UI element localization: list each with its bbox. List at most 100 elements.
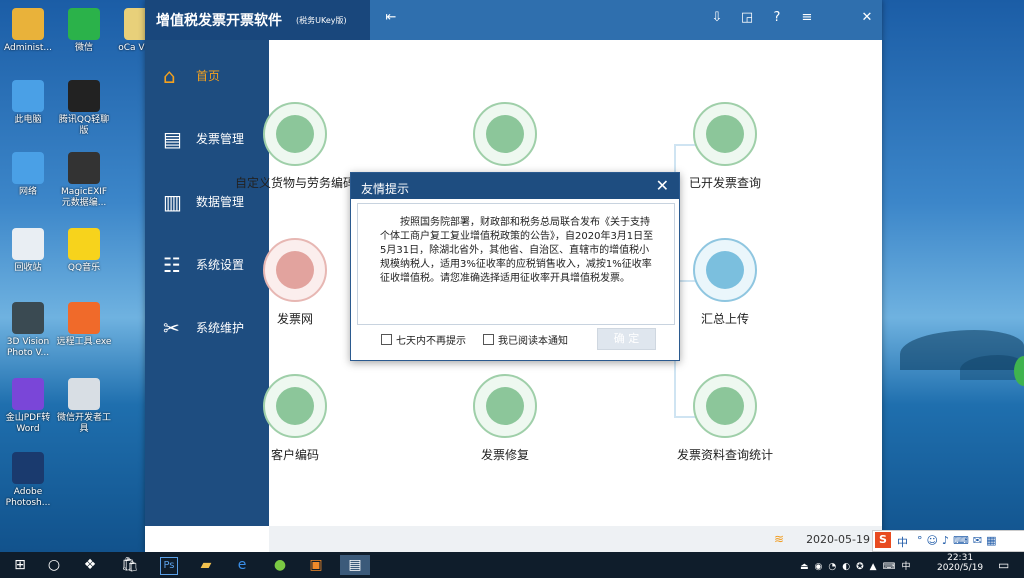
tray-clock[interactable]: 22:31 2020/5/19 bbox=[937, 553, 983, 573]
function-tile[interactable]: 发票资料查询统计 bbox=[665, 374, 785, 463]
sidebar-item-label: 数据管理 bbox=[196, 195, 245, 209]
checkbox-icon[interactable] bbox=[483, 334, 494, 345]
desktop-icon[interactable]: Administ... bbox=[0, 8, 56, 54]
function-tile[interactable]: 发票修复 bbox=[445, 374, 565, 463]
wifi-icon: ≋ bbox=[774, 532, 785, 546]
desktop-icon-label: 微信开发者工具 bbox=[56, 413, 111, 434]
dialog-title: 友情提示 bbox=[361, 182, 410, 196]
function-tile[interactable]: 汇总上传 bbox=[665, 238, 785, 327]
app-taskbar-icon[interactable]: ● bbox=[270, 555, 290, 575]
desktop-icon[interactable]: 金山PDF转Word bbox=[0, 378, 56, 435]
function-label: 汇总上传 bbox=[700, 312, 749, 326]
function-tile[interactable]: 发票网 bbox=[235, 238, 355, 327]
app-icon bbox=[12, 378, 44, 410]
taskbar: ⊞ ○ ❖ 🛍 Ps ▰ e ● ▣ ▤ ⏏◉◔◐✪▲⌨中 22:31 2020… bbox=[0, 552, 1024, 578]
help-icon[interactable]: ? bbox=[766, 6, 788, 30]
side-widget[interactable] bbox=[1014, 356, 1024, 386]
explorer-icon[interactable]: ▰ bbox=[196, 555, 216, 575]
photoshop-taskbar-icon[interactable]: Ps bbox=[160, 557, 178, 575]
desktop-icon-label: MagicEXIF 元数据编... bbox=[60, 187, 108, 208]
function-tile[interactable]: 已开发票查询 bbox=[665, 102, 785, 191]
desktop-icon-label: 3D Vision Photo V... bbox=[6, 337, 50, 358]
download-icon[interactable]: ⇩ bbox=[706, 6, 728, 30]
desktop-icon[interactable]: 3D Vision Photo V... bbox=[0, 302, 56, 359]
data-icon: ▥ bbox=[163, 190, 182, 214]
notice-dialog: 友情提示 ✕ 按照国务院部署，财政部和税务总局联合发布《关于支持个体工商户复工复… bbox=[350, 172, 680, 361]
clock-time: 22:31 bbox=[947, 553, 974, 563]
desktop-icon[interactable]: QQ音乐 bbox=[56, 228, 112, 274]
sidebar-item-home[interactable]: ⌂ 首页 bbox=[145, 52, 269, 98]
read-notice-checkbox[interactable]: 我已阅读本通知 bbox=[483, 332, 568, 347]
function-tile[interactable]: 客户编码 bbox=[235, 374, 355, 463]
repair-icon bbox=[473, 374, 537, 438]
desktop-icon[interactable]: 微信开发者工具 bbox=[56, 378, 112, 435]
desktop-icon-label: 金山PDF转Word bbox=[5, 413, 51, 434]
desktop-icon[interactable]: 此电脑 bbox=[0, 80, 56, 126]
checkbox-icon[interactable] bbox=[381, 334, 392, 345]
task-view-icon[interactable]: ❖ bbox=[80, 555, 100, 575]
app-icon bbox=[12, 152, 44, 184]
desktop-icon-label: 远程工具.exe bbox=[56, 337, 112, 347]
ime-mode[interactable]: 中 bbox=[897, 534, 908, 550]
app-icon bbox=[68, 80, 100, 112]
invoice-printer-icon: ▤ bbox=[163, 127, 182, 151]
function-label: 发票修复 bbox=[480, 448, 529, 462]
invoice-check-icon bbox=[693, 102, 757, 166]
desktop-icon[interactable]: 微信 bbox=[56, 8, 112, 54]
function-tile[interactable]: 自定义货物与劳务编码 bbox=[235, 102, 355, 191]
desktop-icon-label: 腾讯QQ轻聊版 bbox=[58, 115, 110, 136]
edge-icon[interactable]: e bbox=[232, 555, 252, 575]
restore-icon[interactable]: ◲ bbox=[736, 6, 758, 30]
desktop-icon-label: Administ... bbox=[4, 43, 52, 53]
sidebar-item-label: 首页 bbox=[196, 69, 221, 83]
store-icon[interactable]: 🛍 bbox=[120, 555, 140, 575]
cortana-icon[interactable]: ○ bbox=[44, 555, 64, 575]
desktop-icon-label: 回收站 bbox=[14, 263, 42, 273]
close-icon[interactable]: ✕ bbox=[656, 176, 669, 195]
close-icon[interactable]: ✕ bbox=[856, 6, 878, 30]
collapse-icon[interactable]: ⇤ bbox=[380, 6, 402, 30]
tax-app-taskbar-icon[interactable]: ▤ bbox=[340, 555, 370, 575]
app-icon bbox=[68, 8, 100, 40]
desktop-icon[interactable]: MagicEXIF 元数据编... bbox=[56, 152, 112, 209]
desktop-icon-label: Adobe Photosh... bbox=[5, 487, 51, 508]
desktop-icon[interactable]: Adobe Photosh... bbox=[0, 452, 56, 509]
app-icon bbox=[12, 228, 44, 260]
app-title: 增值税发票开票软件 bbox=[156, 13, 282, 29]
ime-toolbar[interactable]: S 中 °☺♪⌨✉▦ bbox=[872, 530, 1024, 552]
windows-start-icon[interactable]: ⊞ bbox=[10, 555, 30, 575]
dialog-header: 友情提示 ✕ bbox=[351, 173, 679, 199]
title-bar: 增值税发票开票软件 (税务UKey版) ⇤ ⇩ ◲ ? ≡ ✕ bbox=[145, 0, 882, 40]
app-icon bbox=[12, 80, 44, 112]
settings-sliders-icon bbox=[473, 102, 537, 166]
dialog-message: 按照国务院部署，财政部和税务总局联合发布《关于支持个体工商户复工复业增值税政策的… bbox=[380, 217, 654, 284]
dialog-body: 按照国务院部署，财政部和税务总局联合发布《关于支持个体工商户复工复业增值税政策的… bbox=[357, 203, 675, 325]
title-bar-brand: 增值税发票开票软件 (税务UKey版) bbox=[145, 0, 370, 40]
confirm-button[interactable]: 确 定 bbox=[597, 328, 656, 350]
desktop-icon-label: 此电脑 bbox=[14, 115, 42, 125]
home-icon: ⌂ bbox=[163, 64, 176, 88]
desktop-icon[interactable]: 网络 bbox=[0, 152, 56, 198]
tray-icons[interactable]: ⏏◉◔◐✪▲⌨中 bbox=[800, 559, 917, 572]
menu-icon[interactable]: ≡ bbox=[796, 6, 818, 30]
goods-cart-icon bbox=[263, 102, 327, 166]
sogou-icon: S bbox=[875, 532, 891, 548]
function-label: 自定义货物与劳务编码 bbox=[235, 176, 356, 190]
app-icon bbox=[68, 228, 100, 260]
desktop-icon-label: 微信 bbox=[74, 43, 93, 53]
ime-tools-icon[interactable]: °☺♪⌨✉▦ bbox=[917, 534, 1000, 547]
function-label: 发票网 bbox=[276, 312, 313, 326]
desktop-icon[interactable]: 腾讯QQ轻聊版 bbox=[56, 80, 112, 137]
function-label: 已开发票查询 bbox=[688, 176, 761, 190]
document-search-icon bbox=[693, 374, 757, 438]
app-icon bbox=[68, 302, 100, 334]
checkbox-label: 我已阅读本通知 bbox=[498, 336, 568, 347]
notification-icon[interactable]: ▭ bbox=[998, 558, 1009, 572]
app-icon bbox=[12, 302, 44, 334]
function-tile[interactable] bbox=[445, 102, 565, 174]
desktop-icon-label: QQ音乐 bbox=[67, 263, 101, 273]
no-remind-checkbox[interactable]: 七天内不再提示 bbox=[381, 332, 466, 347]
desktop-icon[interactable]: 回收站 bbox=[0, 228, 56, 274]
app-taskbar-icon[interactable]: ▣ bbox=[306, 555, 326, 575]
desktop-icon[interactable]: 远程工具.exe bbox=[56, 302, 112, 348]
